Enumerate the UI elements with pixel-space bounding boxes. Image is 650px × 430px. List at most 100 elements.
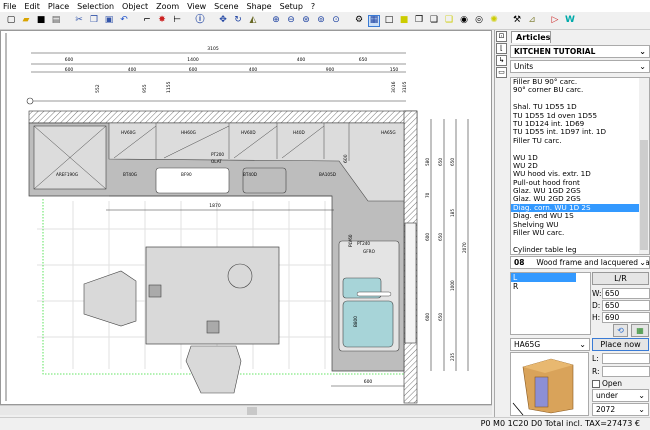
horizontal-scrollbar[interactable] (0, 405, 492, 415)
place-now-button[interactable]: Place now (592, 338, 649, 351)
label-ha65g: HA65G (381, 130, 396, 135)
right-label: R: (592, 367, 600, 376)
camera-view-icon[interactable]: ⚙ (353, 15, 365, 27)
cut-icon[interactable]: ✂ (73, 15, 85, 27)
paste-icon[interactable]: ▣ (103, 15, 115, 27)
hinge-option-r[interactable]: R (511, 282, 590, 291)
label-b800: B800 (353, 316, 358, 327)
box-icon[interactable]: ❒ (413, 15, 425, 27)
mirror-icon[interactable]: ◭ (247, 15, 259, 27)
tools-icon[interactable]: ⚒ (511, 15, 523, 27)
label-bt40g: BT40G (123, 172, 137, 177)
dim-label: 400 (249, 67, 258, 73)
zoom-previous-icon[interactable]: ⊙ (330, 15, 342, 27)
copy-icon[interactable]: ❐ (88, 15, 100, 27)
export-icon[interactable]: ▷ (549, 15, 561, 27)
depth-input[interactable]: 650 (602, 300, 650, 311)
menu-object[interactable]: Object (122, 2, 148, 11)
open-checkbox[interactable]: Open (592, 379, 622, 388)
zoom-out-icon[interactable]: ⊖ (285, 15, 297, 27)
menu-view[interactable]: View (187, 2, 206, 11)
right-field[interactable]: R: (592, 366, 650, 377)
menu-selection[interactable]: Selection (77, 2, 114, 11)
width-field[interactable]: W: 650 (592, 288, 650, 299)
height-input[interactable]: 690 (602, 312, 650, 323)
category-select[interactable]: Units ⌄ (510, 60, 650, 73)
light-icon[interactable]: ✺ (488, 15, 500, 27)
info-icon[interactable]: ⓘ (194, 15, 206, 27)
scrollbar-thumb[interactable] (640, 140, 648, 250)
chair-left (83, 270, 137, 327)
undo-icon[interactable]: ↶ (118, 15, 130, 27)
tab-articles[interactable]: Articles (511, 31, 551, 43)
lr-button[interactable]: L/R (592, 272, 649, 285)
article-list-item[interactable]: 90° corner BU carc. (511, 85, 649, 94)
stairs-icon[interactable]: ⌐ (141, 15, 153, 27)
height-field[interactable]: H: 690 (592, 312, 650, 323)
kitchen-plan: 3105 600 1400 400 650 600 400 600 400 90… (5, 33, 469, 404)
label-aref190g: AREF190G (56, 172, 78, 177)
menu-help[interactable]: ? (311, 2, 315, 11)
position-select[interactable]: under ⌄ (592, 389, 649, 402)
menu-zoom[interactable]: Zoom (156, 2, 179, 11)
frame-tool-icon[interactable]: ▭ (496, 67, 507, 78)
dimension-icon[interactable]: ⊢ (171, 15, 183, 27)
move-icon[interactable]: ✥ (217, 15, 229, 27)
article-list-item[interactable]: Filler TU carc. (511, 136, 649, 145)
zoom-all-icon[interactable]: ⊚ (315, 15, 327, 27)
depth-field[interactable]: D: 650 (592, 300, 650, 311)
chevron-down-icon: ⌄ (639, 62, 646, 71)
menu-place[interactable]: Place (48, 2, 69, 11)
web-icon[interactable]: W (564, 15, 576, 27)
height-select[interactable]: 2072 ⌄ (592, 403, 649, 416)
swap-icon[interactable]: ⟲ (613, 324, 628, 337)
hinge-list[interactable]: L R (510, 272, 591, 335)
new-icon[interactable]: ▢ (5, 15, 17, 27)
scrollbar-thumb[interactable] (247, 407, 257, 415)
dim-right: 2070 (462, 242, 467, 253)
list-scrollbar[interactable] (639, 78, 649, 254)
model-select[interactable]: HA65G ⌄ (510, 338, 590, 351)
hinge-option-l[interactable]: L (511, 273, 576, 282)
camera-icon[interactable]: ◉ (458, 15, 470, 27)
box-open-icon[interactable]: ❏ (428, 15, 440, 27)
plan-view-icon[interactable]: ▦ (368, 14, 380, 27)
box-filled-icon[interactable]: ❑ (443, 15, 455, 27)
checkbox-box[interactable] (592, 379, 600, 388)
position-value: under (596, 391, 618, 400)
menu-file[interactable]: File (3, 2, 16, 11)
label-pt200: PT200 (211, 152, 224, 157)
menu-scene[interactable]: Scene (214, 2, 238, 11)
catalog-select[interactable]: KITCHEN TUTORIAL ⌄ (510, 45, 650, 58)
wireframe-icon[interactable]: □ (383, 15, 395, 27)
camera-2-icon[interactable]: ◎ (473, 15, 485, 27)
paint-icon[interactable]: ✸ (156, 15, 168, 27)
label-hv60d: HV60D (241, 130, 256, 135)
select-tool-icon[interactable]: ⊡ (496, 31, 507, 42)
open-icon[interactable]: ▰ (20, 15, 32, 27)
article-list[interactable]: Filler BU 90° carc. 90° corner BU carc. Sh… (510, 77, 650, 255)
article-list-item[interactable]: Cylinder table leg (511, 245, 649, 254)
chevron-down-icon: ⌄ (638, 405, 645, 414)
finish-select[interactable]: 08 Wood frame and lacquered par ⌄ (510, 256, 650, 269)
dim-label: 900 (326, 67, 335, 73)
menu-edit[interactable]: Edit (24, 2, 40, 11)
menu-shape[interactable]: Shape (247, 2, 272, 11)
rotate-icon[interactable]: ↻ (232, 15, 244, 27)
left-field[interactable]: L: (592, 353, 650, 364)
menu-setup[interactable]: Setup (280, 2, 303, 11)
corner-tool-icon[interactable]: ⌊ (496, 43, 507, 54)
step-tool-icon[interactable]: ↳ (496, 55, 507, 66)
save-icon[interactable]: ■ (35, 15, 47, 27)
right-input[interactable] (602, 366, 650, 377)
width-input[interactable]: 650 (602, 288, 650, 299)
solid-icon[interactable]: ■ (398, 15, 410, 27)
zoom-in-icon[interactable]: ⊕ (270, 15, 282, 27)
properties-icon[interactable]: ▦ (631, 324, 649, 337)
zoom-window-icon[interactable]: ⊛ (300, 15, 312, 27)
plan-canvas[interactable]: 3105 600 1400 400 650 600 400 600 400 90… (0, 30, 492, 405)
measure-icon[interactable]: ⊿ (526, 15, 538, 27)
print-icon[interactable]: ▤ (50, 15, 62, 27)
left-input[interactable] (602, 353, 650, 364)
article-list-item[interactable]: Filler WU carc. (511, 228, 649, 237)
